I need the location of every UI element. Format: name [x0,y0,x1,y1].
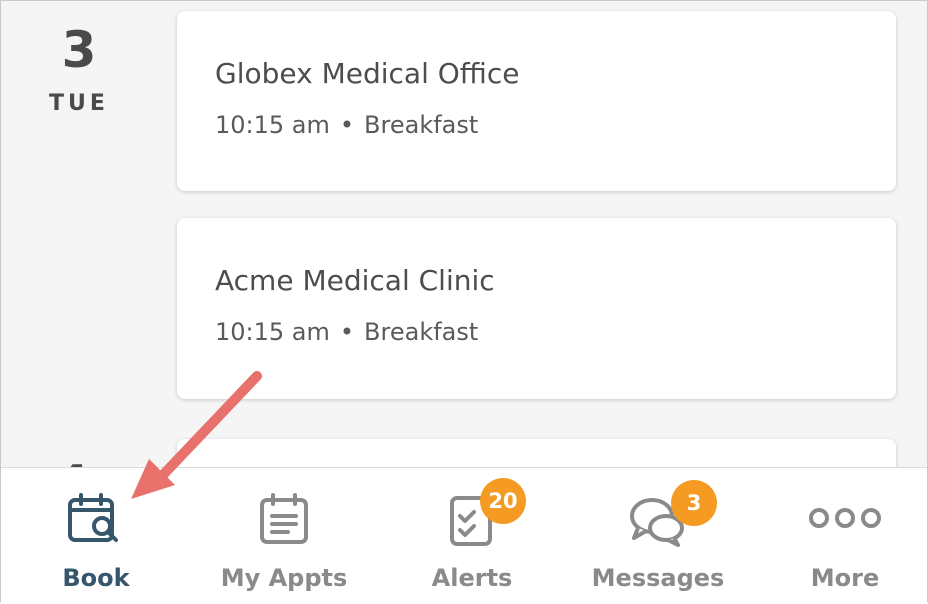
more-dots-icon [807,492,883,552]
appointment-time: 10:15 am [215,111,330,139]
calendar-search-icon [66,492,126,552]
calendar-list-icon [256,492,312,552]
tab-label: Messages [591,564,725,592]
tab-label: Book [62,564,130,592]
separator-dot: • [339,318,355,346]
appointment-card[interactable]: Globex Medical Office 10:15 am • Breakfast [177,11,896,191]
tab-more[interactable]: More [755,468,928,604]
alerts-badge: 20 [480,478,526,524]
day-number: 3 [61,21,97,79]
appointment-time: 10:15 am [215,318,330,346]
appointment-title: Acme Medical Clinic [215,264,495,297]
tab-book[interactable]: Book [6,468,186,604]
appointment-meta: 10:15 am • Breakfast [215,111,478,139]
appointment-meta: 10:15 am • Breakfast [215,318,478,346]
tab-messages[interactable]: 3 Messages [568,468,748,604]
appointment-meal: Breakfast [364,318,479,346]
tab-label: Alerts [431,564,513,592]
tab-my-appts[interactable]: My Appts [194,468,374,604]
appointment-card[interactable]: Acme Medical Clinic 10:15 am • Breakfast [177,218,896,399]
bottom-tab-bar: Book My Appts 20 Alerts 3 Messages More [1,467,927,604]
messages-badge: 3 [671,480,717,526]
tab-label: My Appts [220,564,348,592]
appointment-meal: Breakfast [364,111,479,139]
appointment-title: Globex Medical Office [215,57,520,90]
day-weekday: TUE [49,91,109,116]
separator-dot: • [339,111,355,139]
tab-alerts[interactable]: 20 Alerts [382,468,562,604]
tab-label: More [810,564,880,592]
